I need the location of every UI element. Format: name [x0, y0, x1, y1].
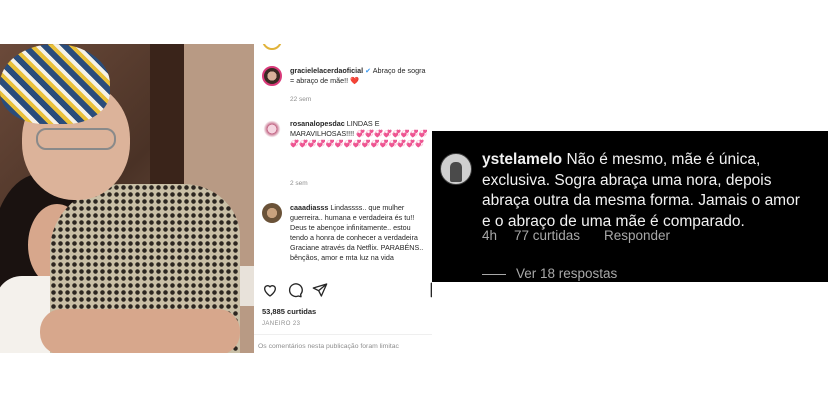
partial-avatar — [262, 44, 282, 50]
commenter-avatar[interactable] — [440, 153, 472, 185]
post-date: JANEIRO 23 — [262, 321, 301, 327]
send-icon[interactable] — [312, 282, 328, 298]
commenter-avatar[interactable] — [262, 119, 282, 139]
reply-username[interactable]: ystelamelo — [482, 151, 562, 168]
view-replies-button[interactable]: Ver 18 respostas — [516, 266, 617, 281]
reply-comment-card: ystelamelo Não é mesmo, mãe é única, exc… — [432, 131, 828, 282]
comment-1-username[interactable]: rosanalopesdac — [290, 119, 345, 128]
divider — [254, 334, 432, 335]
photo-hugging-arm — [40, 309, 240, 353]
author-avatar[interactable] — [262, 66, 282, 86]
reply-likes[interactable]: 77 curtidas — [514, 228, 580, 243]
reply-button[interactable]: Responder — [604, 228, 670, 243]
verified-badge-icon: ✔ — [365, 66, 372, 75]
post-photo[interactable] — [0, 44, 254, 353]
photo-glasses — [36, 128, 116, 150]
caption: gracielelacerdaoficial ✔ Abraço de sogra… — [290, 66, 428, 86]
post-actions — [262, 282, 432, 300]
caption-username[interactable]: gracielelacerdaoficial — [290, 66, 363, 75]
comment-1-time: 2 sem — [290, 180, 308, 187]
caption-time: 22 sem — [290, 96, 312, 103]
comment-icon[interactable] — [287, 282, 303, 298]
commenter-avatar[interactable] — [262, 203, 282, 223]
replies-divider — [482, 274, 506, 275]
avatar-figure — [450, 162, 462, 182]
comment-1: rosanalopesdac LINDAS E MARAVILHOSAS!!!!… — [290, 119, 428, 177]
likes-count[interactable]: 53,885 curtidas — [262, 307, 316, 316]
reply-time: 4h — [482, 228, 498, 243]
photo-headscarf — [0, 44, 110, 124]
bookmark-icon[interactable] — [428, 282, 432, 298]
comments-limited-notice: Os comentários nesta publicação foram li… — [258, 343, 399, 350]
heart-icon[interactable] — [262, 282, 278, 298]
comment-2-username[interactable]: caaadiasss — [290, 203, 328, 212]
partial-top-text: ———— ·——— — [290, 44, 339, 47]
comment-2: caaadiasss Lindassss.. que mulher guerre… — [290, 203, 428, 273]
instagram-post-panel: ———— ·——— gracielelacerdaoficial ✔ Abraç… — [254, 44, 432, 354]
reply-comment: ystelamelo Não é mesmo, mãe é única, exc… — [482, 150, 812, 232]
